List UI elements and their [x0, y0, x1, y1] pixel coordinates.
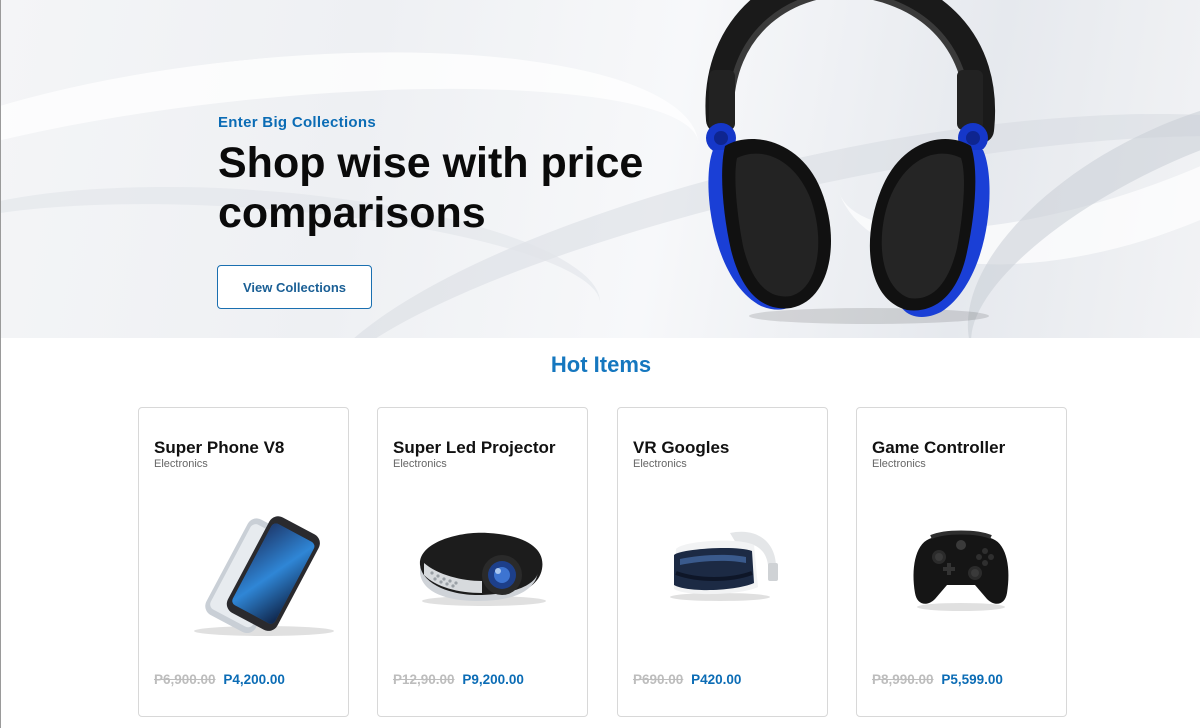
- hero-eyebrow: Enter Big Collections: [218, 114, 376, 131]
- projector-icon[interactable]: [378, 503, 589, 653]
- product-category: Electronics: [872, 458, 926, 470]
- product-card[interactable]: Game Controller Electronics P8,990.00 P5…: [856, 407, 1067, 717]
- hero-headline: Shop wise with price comparisons: [218, 139, 644, 237]
- product-price: P8,990.00 P5,599.00: [872, 672, 1003, 687]
- vr-headset-icon[interactable]: [618, 503, 829, 653]
- sale-price: P5,599.00: [941, 672, 1003, 687]
- view-collections-button[interactable]: View Collections: [217, 265, 372, 309]
- original-price: P6,900.00: [154, 672, 216, 687]
- sale-price: P4,200.00: [223, 672, 285, 687]
- product-price: P12,90.00 P9,200.00: [393, 672, 524, 687]
- sale-price: P9,200.00: [462, 672, 524, 687]
- sale-price: P420.00: [691, 672, 742, 687]
- gamepad-icon[interactable]: [857, 503, 1068, 653]
- product-name[interactable]: VR Googles: [633, 438, 729, 458]
- product-category: Electronics: [393, 458, 447, 470]
- product-name[interactable]: Super Led Projector: [393, 438, 555, 458]
- product-category: Electronics: [154, 458, 208, 470]
- original-price: P690.00: [633, 672, 684, 687]
- product-price: P690.00 P420.00: [633, 672, 741, 687]
- hot-items-title: Hot Items: [550, 352, 652, 377]
- original-price: P12,90.00: [393, 672, 455, 687]
- product-card[interactable]: VR Googles Electronics P690.00 P420.00: [617, 407, 828, 717]
- hero-banner: Enter Big Collections Shop wise with pri…: [1, 0, 1200, 338]
- original-price: P8,990.00: [872, 672, 934, 687]
- product-card[interactable]: Super Led Projector Electronics P12,90.0…: [377, 407, 588, 717]
- headphones-image: [705, 0, 996, 324]
- product-name[interactable]: Super Phone V8: [154, 438, 284, 458]
- product-category: Electronics: [633, 458, 687, 470]
- product-name[interactable]: Game Controller: [872, 438, 1005, 458]
- smartphone-icon[interactable]: [139, 503, 350, 653]
- product-card[interactable]: Super Phone V8 Electronics P6,900.00 P4,…: [138, 407, 349, 717]
- product-price: P6,900.00 P4,200.00: [154, 672, 285, 687]
